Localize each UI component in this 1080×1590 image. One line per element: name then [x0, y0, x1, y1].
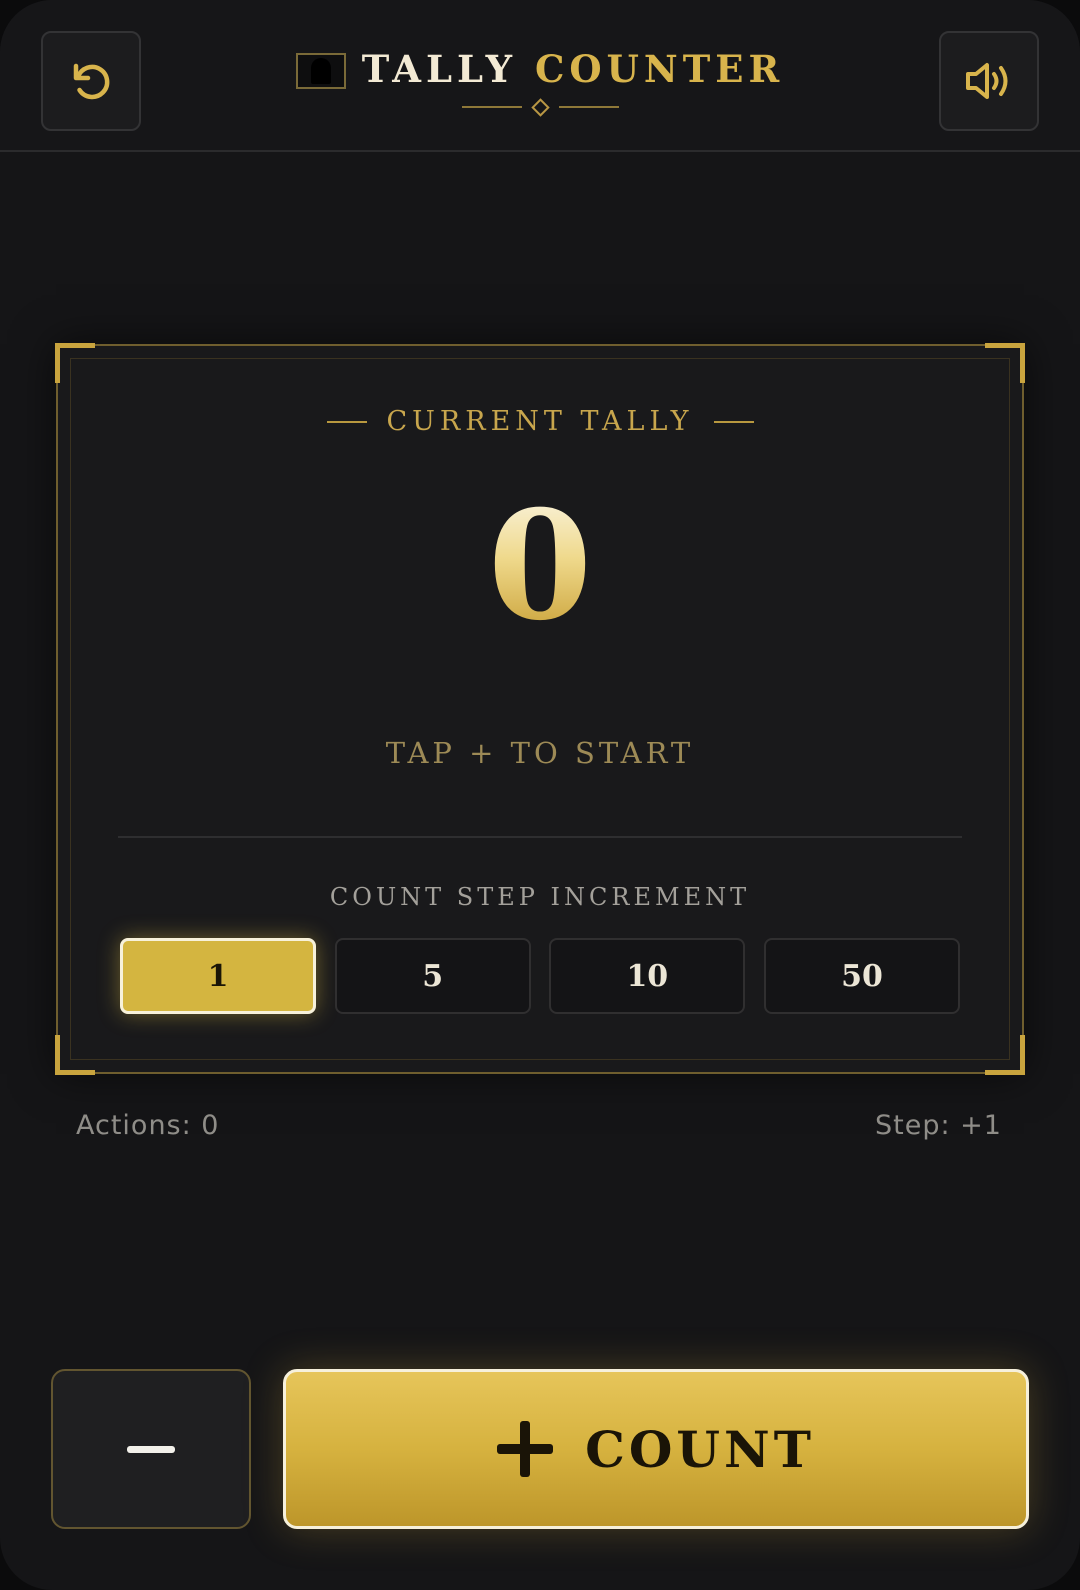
count-button[interactable]: COUNT — [283, 1369, 1029, 1529]
corner-ornament — [985, 1035, 1025, 1075]
emblem-icon — [295, 53, 346, 89]
corner-ornament — [985, 343, 1025, 383]
current-tally-label: CURRENT TALLY — [386, 406, 694, 437]
actions-count: Actions: 0 — [76, 1110, 220, 1141]
step-option-50[interactable]: 50 — [763, 938, 960, 1014]
speaker-icon — [966, 63, 1008, 99]
diamond-icon — [530, 97, 550, 117]
title-word-1: TALLY — [361, 47, 518, 91]
step-option-1[interactable]: 1 — [120, 938, 316, 1014]
sound-toggle-button[interactable] — [939, 31, 1039, 131]
tally-card: CURRENT TALLY 0 TAP + TO START COUNT STE… — [55, 343, 1025, 1075]
decrement-button[interactable] — [51, 1369, 251, 1529]
corner-ornament — [55, 343, 95, 383]
step-options: 1 5 10 50 — [120, 938, 960, 1014]
step-display: Step: +1 — [875, 1110, 1002, 1141]
title-ornament — [0, 97, 1080, 117]
corner-ornament — [55, 1035, 95, 1075]
step-option-10[interactable]: 10 — [549, 938, 746, 1014]
app-title: TALLY COUNTER — [0, 44, 1080, 94]
count-button-label: COUNT — [585, 1419, 815, 1479]
step-increment-label: COUNT STEP INCREMENT — [329, 883, 751, 911]
step-option-5[interactable]: 5 — [334, 938, 531, 1014]
start-hint: TAP + TO START — [385, 736, 695, 770]
tally-value: 0 — [58, 486, 1022, 646]
app-header: TALLY COUNTER — [0, 0, 1080, 152]
title-word-2: COUNTER — [534, 47, 785, 91]
divider — [118, 836, 962, 838]
tally-app: TALLY COUNTER CURRENT TALLY 0 TAP + TO S… — [0, 0, 1080, 1590]
plus-icon — [497, 1421, 554, 1477]
minus-icon — [127, 1445, 175, 1453]
